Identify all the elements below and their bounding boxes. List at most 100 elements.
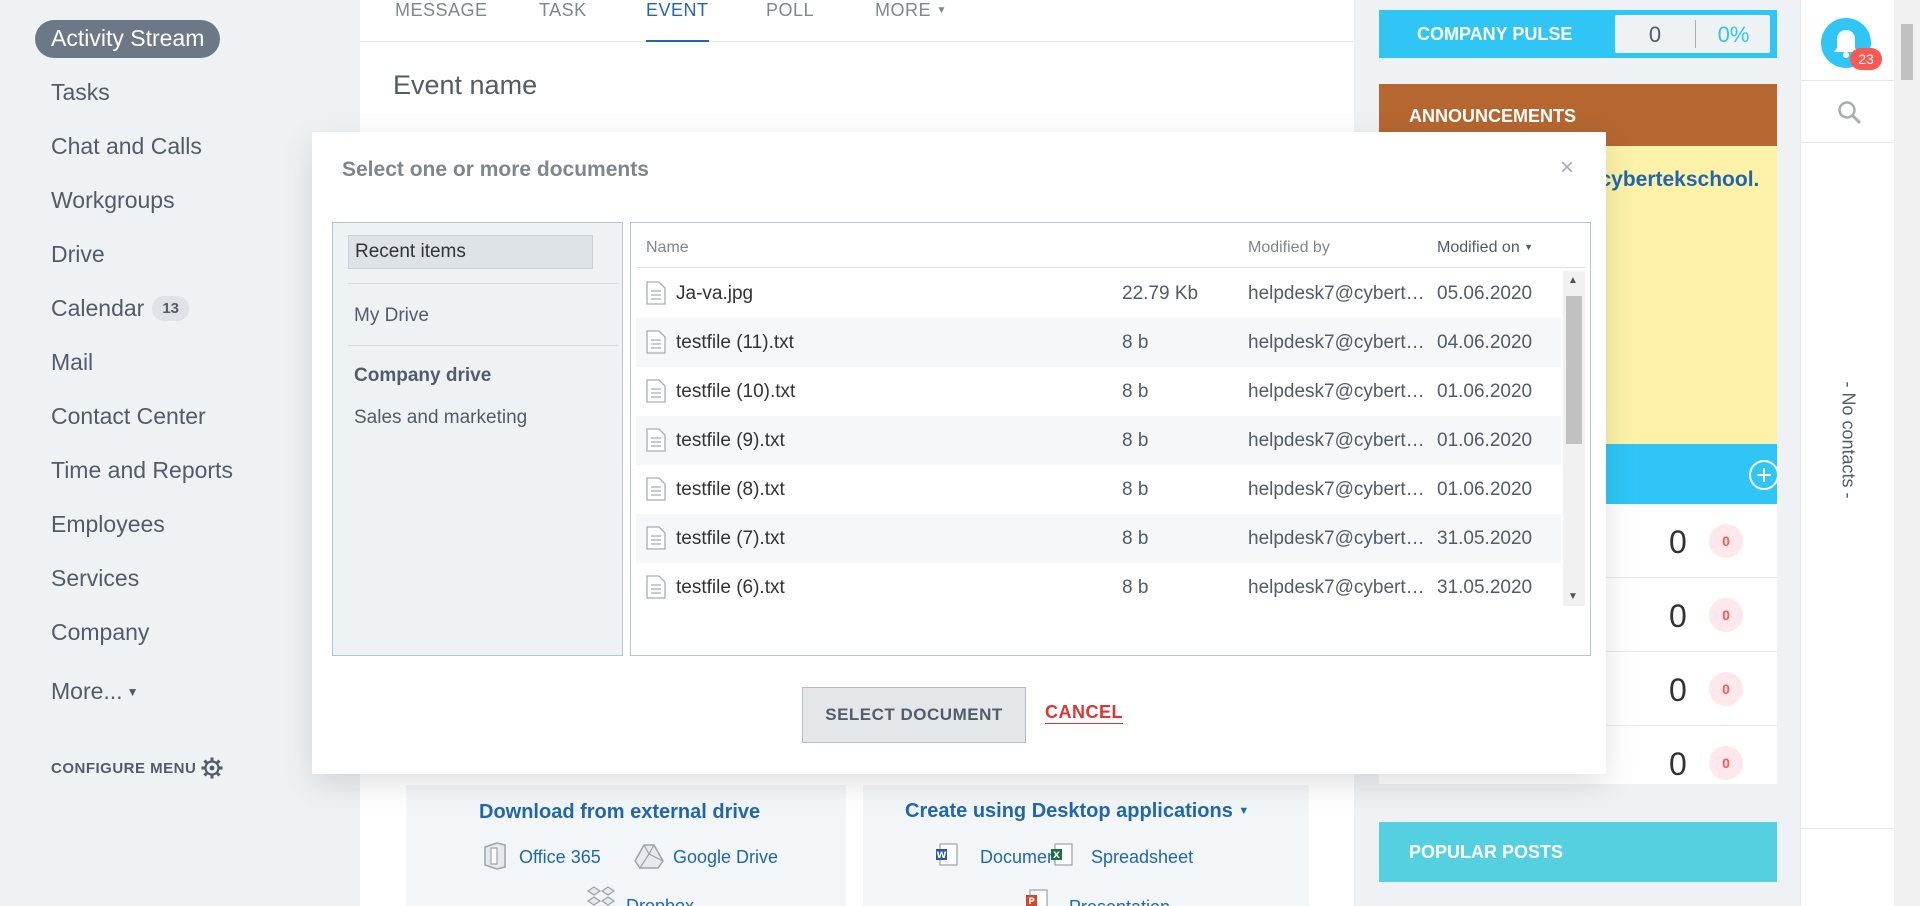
task-overdue-badge: 0 <box>1709 746 1743 780</box>
file-modified-on: 04.06.2020 <box>1437 332 1533 353</box>
sidebar-item-label: Contact Center <box>51 403 206 429</box>
sidebar-item-workgroups[interactable]: Workgroups <box>51 187 175 214</box>
file-icon <box>646 575 666 599</box>
sidebar-item-chat-and-calls[interactable]: Chat and Calls <box>51 133 202 160</box>
sidebar-item-contact-center[interactable]: Contact Center <box>51 403 206 430</box>
file-row[interactable]: testfile (9).txt 8 b helpdesk7@cyberteks… <box>636 416 1561 465</box>
sidebar-item-activity-stream[interactable]: Activity Stream <box>35 20 221 58</box>
file-size: 8 b <box>1122 577 1149 598</box>
sidebar-item-label: Time and Reports <box>51 457 233 483</box>
column-modified-on[interactable]: Modified on ▼ <box>1437 239 1533 257</box>
sidebar-item-time-and-reports[interactable]: Time and Reports <box>51 457 233 484</box>
sidebar-item-drive[interactable]: Drive <box>51 241 105 268</box>
folder-sales-and-marketing[interactable]: Sales and marketing <box>354 407 599 429</box>
create-presentation-link[interactable]: Presentation <box>1069 897 1170 906</box>
tab-poll[interactable]: POLL <box>766 0 814 42</box>
task-count: 0 <box>1669 524 1687 560</box>
office365-link[interactable]: Office 365 <box>519 847 601 868</box>
file-modified-by: helpdesk7@cybertekschool.com <box>1248 430 1428 451</box>
file-row[interactable]: testfile (11).txt 8 b helpdesk7@cybertek… <box>636 318 1561 367</box>
announcement-author-link[interactable]: @cybertekschool. <box>1579 168 1759 192</box>
sidebar-item-calendar[interactable]: Calendar 13 <box>51 295 190 322</box>
sidebar-item-company[interactable]: Company <box>51 619 149 646</box>
file-name: testfile (11).txt <box>676 332 794 353</box>
column-modified-by[interactable]: Modified by <box>1248 239 1330 257</box>
download-external-drive-title: Download from external drive <box>479 801 761 823</box>
file-row[interactable]: testfile (6).txt 8 b helpdesk7@cyberteks… <box>636 563 1561 612</box>
sidebar-item-mail[interactable]: Mail <box>51 349 93 376</box>
sidebar-item-services[interactable]: Services <box>51 565 139 592</box>
scroll-down-arrow-icon[interactable]: ▼ <box>1568 591 1578 602</box>
tab-message[interactable]: MESSAGE <box>395 0 488 42</box>
sidebar-item-label: Workgroups <box>51 187 175 213</box>
folder-recent-items[interactable]: Recent items <box>348 235 593 269</box>
file-list-scrollbar-thumb[interactable] <box>1566 296 1582 444</box>
close-icon[interactable]: × <box>1560 154 1574 182</box>
file-row[interactable]: Ja-va.jpg 22.79 Kb helpdesk7@cyberteksch… <box>636 269 1561 318</box>
powerpoint-presentation-icon: P <box>1026 889 1048 906</box>
sidebar-item-label: Employees <box>51 511 165 537</box>
file-icon <box>646 281 666 305</box>
page-scrollbar[interactable] <box>1894 0 1920 906</box>
sidebar-item-employees[interactable]: Employees <box>51 511 165 538</box>
tab-more[interactable]: MORE ▼ <box>875 0 947 42</box>
sidebar-item-label: Company <box>51 619 150 645</box>
file-name: testfile (9).txt <box>676 430 785 451</box>
file-modified-on: 01.06.2020 <box>1437 381 1533 402</box>
folder-tree: Recent items My Drive Company drive Sale… <box>332 222 623 656</box>
task-count: 0 <box>1669 598 1687 634</box>
external-drive-box: Download from external drive Office 365 … <box>406 785 846 906</box>
office365-icon <box>484 842 506 870</box>
file-name: testfile (6).txt <box>676 577 785 598</box>
dropbox-link[interactable]: Dropbox <box>626 896 694 906</box>
tab-more-label: MORE <box>875 0 931 20</box>
file-modified-by: helpdesk7@cybertekschool.com <box>1248 283 1428 304</box>
desktop-apps-box: Create using Desktop applications ▼ W Do… <box>863 785 1309 906</box>
popular-posts-title: POPULAR POSTS <box>1409 842 1564 862</box>
announcements-title: ANNOUNCEMENTS <box>1409 106 1577 126</box>
file-name: testfile (8).txt <box>676 479 785 500</box>
file-row[interactable]: testfile (10).txt 8 b helpdesk7@cybertek… <box>636 367 1561 416</box>
file-size: 22.79 Kb <box>1122 283 1199 304</box>
notifications-count-badge: 23 <box>1850 48 1882 70</box>
sidebar-item-label: Mail <box>51 349 94 375</box>
company-pulse-widget[interactable]: COMPANY PULSE 0 0% <box>1379 10 1777 58</box>
search-icon[interactable] <box>1837 100 1863 126</box>
word-document-icon: W <box>936 843 958 866</box>
no-contacts-label: - No contacts - <box>1838 381 1859 499</box>
tab-task[interactable]: TASK <box>539 0 587 42</box>
column-name[interactable]: Name <box>646 239 689 257</box>
event-name-input[interactable]: Event name <box>393 70 537 101</box>
configure-menu-button[interactable]: CONFIGURE MENU <box>51 760 196 777</box>
create-spreadsheet-link[interactable]: Spreadsheet <box>1091 847 1193 868</box>
file-icon <box>646 477 666 501</box>
file-size: 8 b <box>1122 528 1149 549</box>
sidebar-item-more[interactable]: More... ▼ <box>51 678 138 705</box>
chevron-down-icon: ▼ <box>936 5 947 16</box>
select-document-button[interactable]: SELECT DOCUMENT <box>802 687 1026 743</box>
file-row[interactable]: testfile (8).txt 8 b helpdesk7@cyberteks… <box>636 465 1561 514</box>
folder-my-drive[interactable]: My Drive <box>354 305 599 327</box>
file-list-header: Name Modified by Modified on ▼ <box>636 223 1586 268</box>
google-drive-link[interactable]: Google Drive <box>673 847 778 868</box>
cancel-button[interactable]: CANCEL <box>1045 702 1123 724</box>
file-modified-by: helpdesk7@cybertekschool.com <box>1248 577 1428 598</box>
add-icon[interactable] <box>1749 460 1779 490</box>
file-size: 8 b <box>1122 332 1149 353</box>
file-row[interactable]: testfile (7).txt 8 b helpdesk7@cyberteks… <box>636 514 1561 563</box>
gear-icon[interactable] <box>200 756 224 780</box>
file-modified-on: 31.05.2020 <box>1437 577 1533 598</box>
sidebar-item-label: Chat and Calls <box>51 133 202 159</box>
file-icon <box>646 526 666 550</box>
file-icon <box>646 330 666 354</box>
create-desktop-apps-title[interactable]: Create using Desktop applications ▼ <box>905 800 1249 823</box>
file-list-scrollbar[interactable]: ▲ ▼ <box>1563 271 1585 606</box>
page-scrollbar-thumb[interactable] <box>1901 24 1913 80</box>
file-modified-on: 31.05.2020 <box>1437 528 1533 549</box>
popular-posts-widget: POPULAR POSTS <box>1379 822 1777 882</box>
task-overdue-badge: 0 <box>1709 598 1743 632</box>
scroll-up-arrow-icon[interactable]: ▲ <box>1568 275 1578 286</box>
folder-company-drive[interactable]: Company drive <box>354 365 599 387</box>
sidebar-item-tasks[interactable]: Tasks <box>51 79 110 106</box>
tab-event[interactable]: EVENT <box>646 0 709 42</box>
